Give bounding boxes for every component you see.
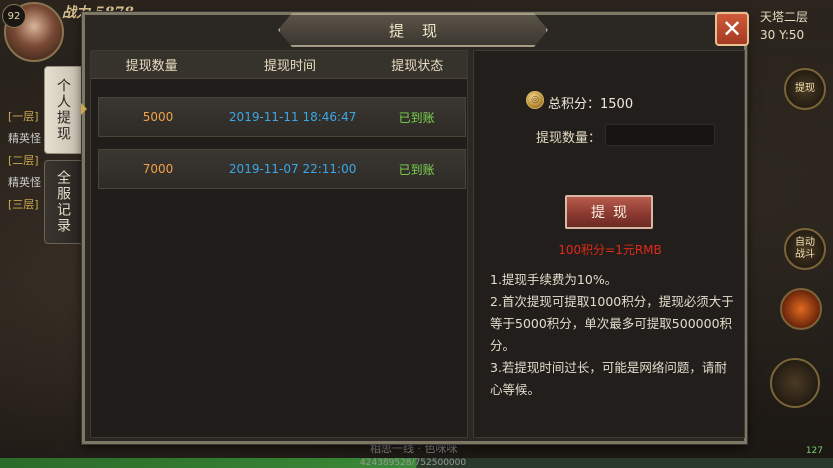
map-coordinates: 30 Y:50 (760, 28, 805, 42)
quest-item[interactable]: [三层] (8, 196, 39, 212)
withdraw-button[interactable]: 提现 (565, 195, 653, 229)
map-name: 天塔二层 (760, 10, 809, 24)
attack-skill-icon[interactable] (770, 358, 820, 408)
row-time: 2019-11-11 18:46:47 (228, 110, 357, 124)
dialog-title: 提现 (388, 21, 455, 40)
coin-icon: ◎ (526, 91, 544, 109)
quest-item[interactable]: [一层] (8, 108, 39, 124)
tab-personal-withdraw[interactable]: 个人提现 (44, 66, 82, 154)
close-button[interactable]: ✕ (715, 12, 749, 46)
row-amount: 5000 (142, 110, 174, 124)
player-level: 92 (2, 4, 26, 28)
quest-item[interactable]: 精英怪 (8, 130, 41, 146)
records-header: 提现数量 提现时间 提现状态 (91, 51, 467, 79)
header-amount: 提现数量 (125, 59, 178, 74)
close-icon: ✕ (721, 15, 743, 43)
row-status: 已到账 (398, 162, 435, 177)
rule-item: 3.若提现时间过长，可能是网络问题，请耐心等候。 (490, 360, 727, 397)
exp-text: 424389528/752500000 (360, 458, 467, 468)
records-panel: 提现数量 提现时间 提现状态 5000 2019-11-11 18:46:47 … (90, 50, 468, 438)
withdraw-panel: ◎ 总积分：1500 提现数量： 提现 100积分=1元RMB 1.提现手续费为… (473, 50, 745, 438)
withdraw-rules: 1.提现手续费为10%。 2.首次提现可提取1000积分，提现必须大于等于500… (490, 269, 738, 401)
rule-item: 2.首次提现可提取1000积分，提现必须大于等于5000积分，单次最多可提取50… (490, 294, 734, 353)
row-status: 已到账 (398, 110, 435, 125)
fire-skill-icon[interactable] (780, 288, 822, 330)
signal-indicator: 127 (805, 446, 823, 456)
exchange-rate: 100积分=1元RMB (558, 243, 662, 257)
rule-item: 1.提现手续费为10%。 (490, 272, 618, 287)
withdraw-quantity-input[interactable] (605, 124, 715, 146)
quest-item[interactable]: 精英怪 (8, 174, 41, 190)
header-status: 提现状态 (391, 59, 444, 74)
active-tab-arrow-icon (81, 103, 87, 115)
withdraw-quantity-label: 提现数量： (536, 131, 602, 146)
tab-server-records[interactable]: 全服记录 (44, 160, 82, 244)
table-row: 7000 2019-11-07 22:11:00 已到账 (98, 149, 466, 189)
auto-battle-button[interactable]: 自动 战斗 (784, 228, 826, 270)
row-amount: 7000 (142, 162, 174, 176)
quest-item[interactable]: [二层] (8, 152, 39, 168)
row-time: 2019-11-07 22:11:00 (228, 162, 357, 176)
header-time: 提现时间 (263, 59, 316, 74)
withdraw-shortcut-button[interactable]: 提现 (784, 68, 826, 110)
dialog-title-plate: 提现 (278, 13, 548, 47)
total-points: 总积分：1500 (548, 97, 634, 112)
table-row: 5000 2019-11-11 18:46:47 已到账 (98, 97, 466, 137)
withdraw-dialog: 提现 提现数量 提现时间 提现状态 5000 2019-11-11 18:46:… (82, 12, 747, 444)
